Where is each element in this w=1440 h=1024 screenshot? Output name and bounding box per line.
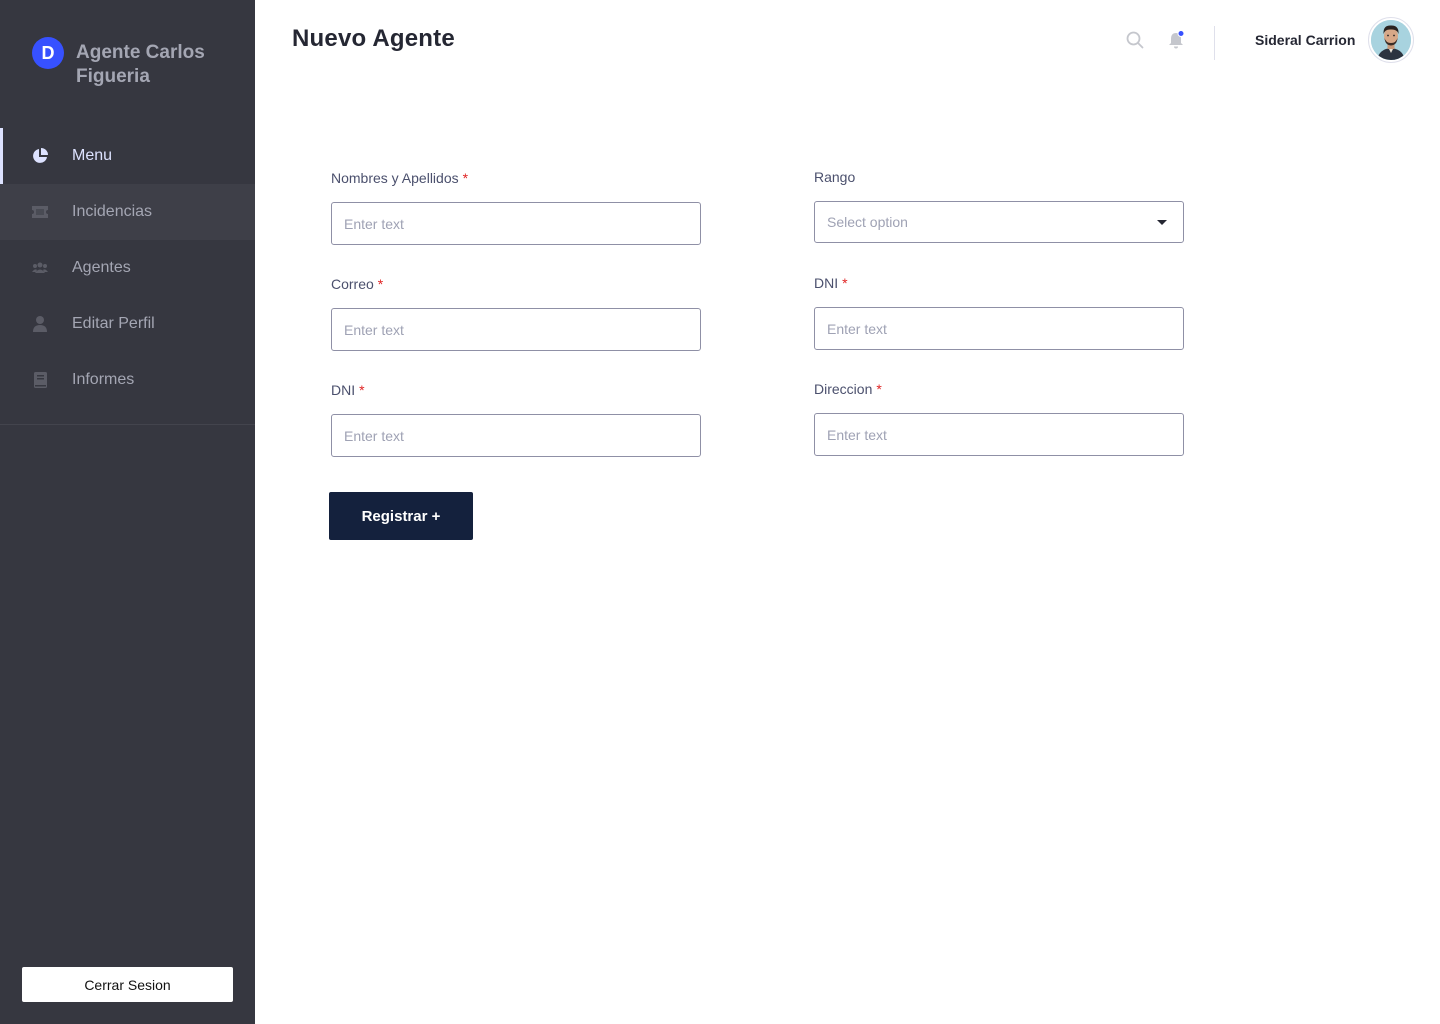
sidebar-item-label: Menu — [72, 147, 113, 164]
sidebar: D Agente Carlos Figueria Menu Incidencia… — [0, 0, 255, 1024]
sidebar-item-informes[interactable]: Informes — [0, 352, 255, 408]
page-title: Nuevo Agente — [292, 25, 455, 52]
sidebar-item-editar-perfil[interactable]: Editar Perfil — [0, 296, 255, 352]
select-placeholder: Select option — [827, 214, 908, 230]
field-label: Rango — [814, 169, 1184, 187]
field-label-text: Correo — [331, 276, 374, 292]
form-field-direccion: Direccion * — [814, 381, 1184, 456]
correo-input[interactable] — [331, 308, 701, 351]
required-marker: * — [842, 275, 848, 291]
logout-button[interactable]: Cerrar Sesion — [22, 967, 233, 1002]
sidebar-nav: Menu Incidencias Agentes Editar Perfil I… — [0, 128, 255, 408]
bell-icon[interactable] — [1166, 30, 1186, 50]
sidebar-item-label: Informes — [72, 371, 135, 388]
field-label: DNI * — [331, 382, 701, 400]
field-label: Correo * — [331, 276, 701, 294]
required-marker: * — [876, 381, 882, 397]
brand-title: Agente Carlos Figueria — [76, 42, 205, 87]
field-label-text: Nombres y Apellidos — [331, 170, 459, 186]
user-name[interactable]: Sideral Carrion — [1255, 32, 1355, 48]
field-label-text: DNI — [814, 275, 839, 291]
direccion-input[interactable] — [814, 413, 1184, 456]
required-marker: * — [462, 170, 469, 186]
nombres-input[interactable] — [331, 202, 701, 245]
header-divider — [1214, 26, 1215, 60]
form-field-dni-left: DNI * — [331, 382, 701, 457]
rango-select[interactable]: Select option — [814, 201, 1184, 243]
field-label: Direccion * — [814, 381, 1184, 399]
field-label-text: Rango — [814, 169, 856, 185]
sidebar-item-incidencias[interactable]: Incidencias — [0, 184, 255, 240]
dni-input[interactable] — [331, 414, 701, 457]
sidebar-item-menu[interactable]: Menu — [0, 128, 255, 184]
field-label: DNI * — [814, 275, 1184, 293]
brand-logo: D — [32, 37, 64, 69]
sidebar-item-label: Editar Perfil — [72, 315, 155, 332]
field-label-text: Direccion — [814, 381, 873, 397]
book-icon — [32, 372, 48, 388]
required-marker: * — [377, 276, 384, 292]
brand[interactable]: D Agente Carlos Figueria — [32, 37, 226, 89]
ticket-icon — [32, 204, 48, 220]
user-icon — [32, 316, 48, 332]
avatar[interactable] — [1368, 17, 1414, 63]
pie-chart-icon — [32, 148, 48, 164]
form-field-dni-right: DNI * — [814, 275, 1184, 350]
avatar-image — [1371, 20, 1411, 60]
sidebar-item-agentes[interactable]: Agentes — [0, 240, 255, 296]
sidebar-item-label: Incidencias — [72, 203, 153, 220]
register-button[interactable]: Registrar + — [329, 492, 473, 540]
form-field-nombres: Nombres y Apellidos * — [331, 170, 701, 245]
dni-input-2[interactable] — [814, 307, 1184, 350]
field-label-text: DNI — [331, 382, 356, 398]
search-icon[interactable] — [1125, 30, 1145, 50]
sidebar-item-label: Agentes — [72, 259, 131, 276]
chevron-down-icon — [1157, 219, 1167, 225]
form-field-rango: Rango Select option — [814, 169, 1184, 243]
required-marker: * — [359, 382, 365, 398]
sidebar-divider — [0, 424, 255, 425]
users-icon — [32, 260, 48, 276]
field-label: Nombres y Apellidos * — [331, 170, 701, 188]
form-field-correo: Correo * — [331, 276, 701, 351]
